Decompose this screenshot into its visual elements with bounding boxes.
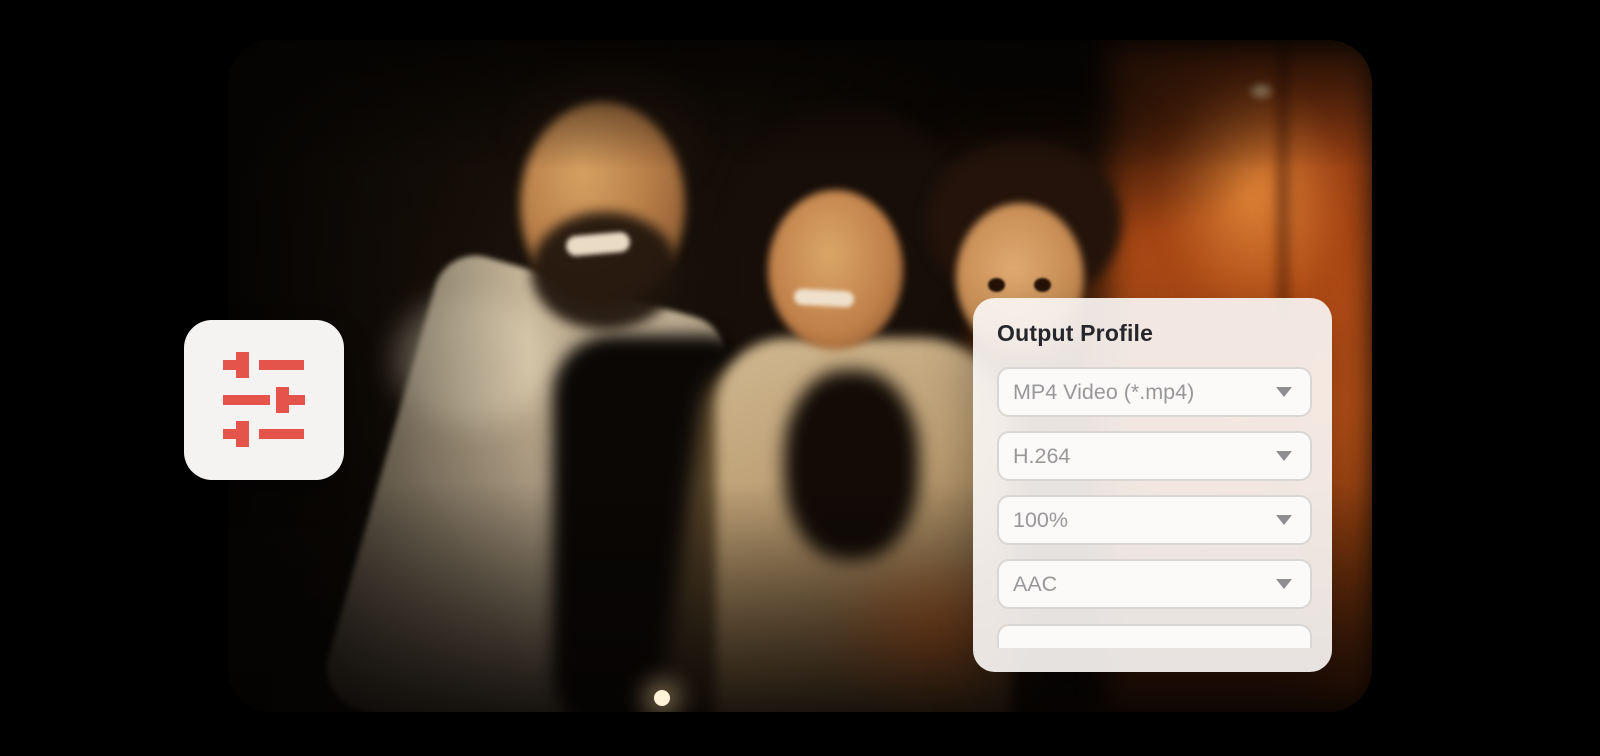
sliders-icon (223, 352, 305, 448)
audio-codec-select[interactable]: AAC (997, 559, 1312, 609)
photo-man-beard (531, 212, 679, 330)
slider-knob (236, 421, 249, 447)
chevron-down-icon (1276, 579, 1292, 589)
photo-woman-smile (793, 288, 855, 308)
photo-woman-face (768, 190, 903, 350)
slider-track (259, 429, 304, 439)
video-codec-select[interactable]: H.264 (997, 431, 1312, 481)
slider-track (259, 360, 304, 370)
format-select[interactable]: MP4 Video (*.mp4) (997, 367, 1312, 417)
quality-select-value: 100% (1013, 507, 1068, 532)
audio-codec-select-value: AAC (1013, 571, 1058, 596)
photo-small-light (654, 690, 670, 706)
slider-track (223, 395, 270, 405)
chevron-down-icon (1276, 451, 1292, 461)
clipped-select-wrapper (997, 624, 1312, 648)
settings-icon-card (184, 320, 344, 480)
slider-knob (276, 387, 289, 413)
chevron-down-icon (1276, 387, 1292, 397)
quality-select[interactable]: 100% (997, 495, 1312, 545)
promo-canvas: Output Profile MP4 Video (*.mp4) H.264 1… (0, 0, 1600, 756)
chevron-down-icon (1276, 515, 1292, 525)
panel-title: Output Profile (997, 320, 1154, 346)
format-select-value: MP4 Video (*.mp4) (1013, 379, 1195, 404)
photo-child-eye (1034, 278, 1051, 292)
clipped-select[interactable] (997, 624, 1312, 648)
output-profile-panel: Output Profile MP4 Video (*.mp4) H.264 1… (973, 298, 1332, 672)
slider-track (289, 395, 305, 405)
photo-child-eye (988, 278, 1005, 292)
video-codec-select-value: H.264 (1013, 443, 1071, 468)
slider-knob (236, 352, 249, 378)
